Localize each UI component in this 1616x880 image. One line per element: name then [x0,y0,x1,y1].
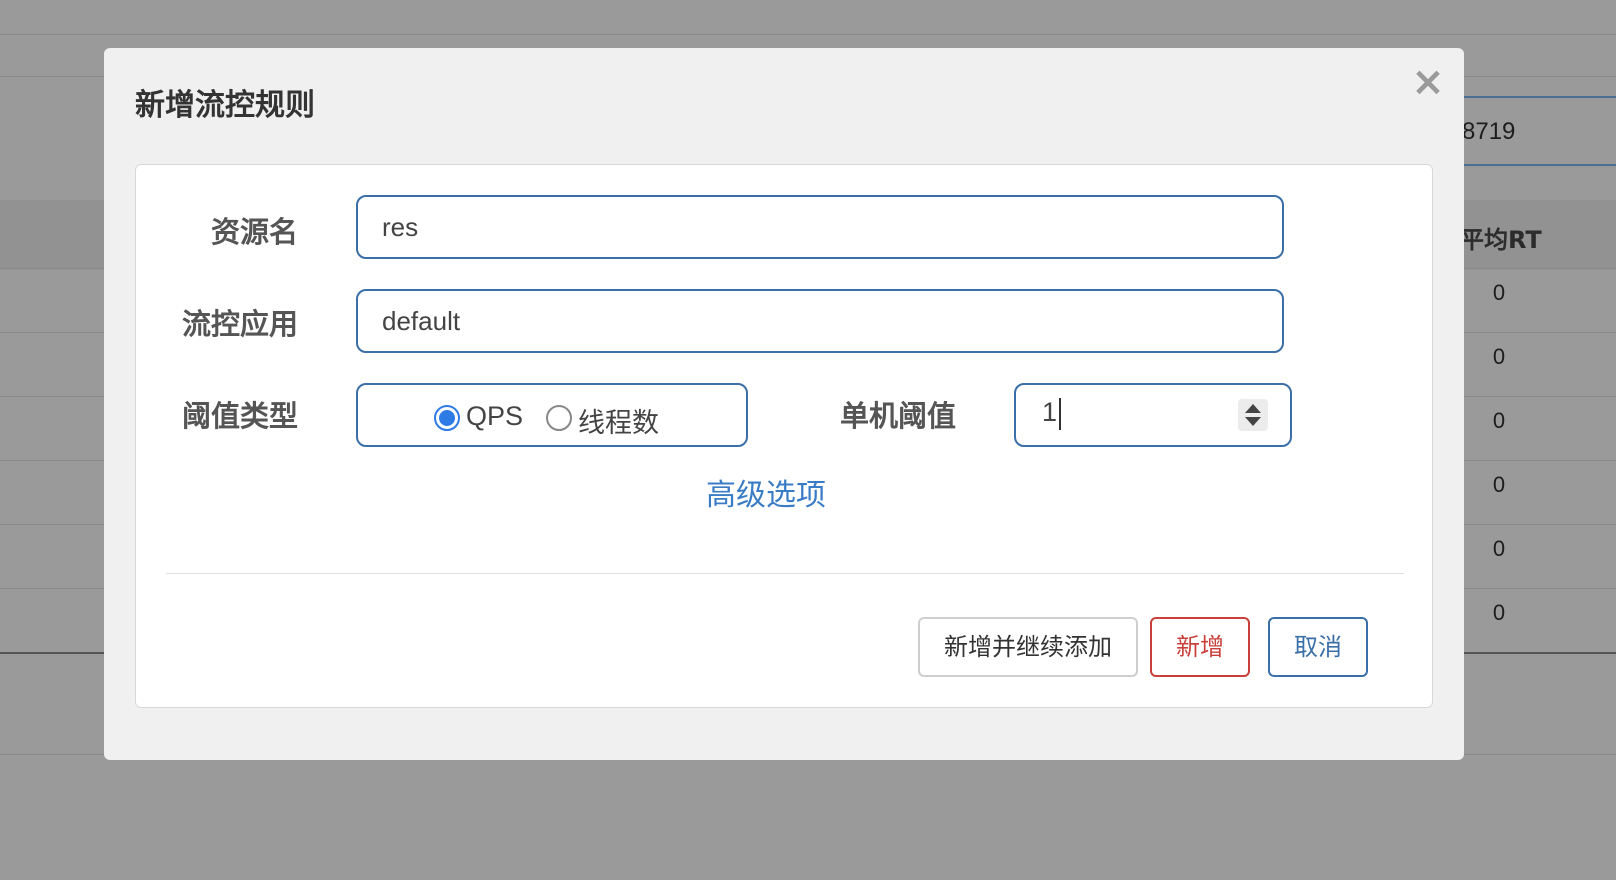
resource-name-input[interactable] [356,195,1284,259]
add-button[interactable]: 新增 [1150,617,1250,677]
bg-table-cell: 0 [1492,280,1506,305]
flow-rule-dialog: 新增流控规则 × 资源名 流控应用 阈值类型 QPS 线程数 单机阈值 1 高级… [104,48,1464,760]
footer-divider [166,573,1404,574]
threshold-type-label: 阈值类型 [181,399,298,433]
resource-name-label: 资源名 [210,215,298,249]
app-input[interactable] [356,289,1284,353]
threshold-type-radio-group: QPS 线程数 [356,383,748,447]
spinner-up-icon[interactable] [1245,404,1261,413]
text-caret [1059,397,1062,430]
threshold-value[interactable]: 1 [1042,397,1062,430]
threshold-label: 单机阈值 [839,399,956,433]
bg-table-cell: 0 [1492,472,1506,497]
close-icon[interactable]: × [1410,62,1446,102]
advanced-options-link[interactable]: 高级选项 [706,470,826,514]
threshold-input[interactable]: 1 [1014,383,1292,447]
dialog-title: 新增流控规则 [135,88,315,123]
bg-table-cell: 0 [1492,600,1506,625]
bg-port-text: 8719 [1462,118,1516,145]
bg-column-header-avg-rt: 平均RT [1460,226,1542,254]
radio-thread-count[interactable] [546,405,572,431]
bg-table-cell: 0 [1492,408,1506,433]
add-and-continue-button[interactable]: 新增并继续添加 [918,617,1138,677]
bg-table-cell: 0 [1492,344,1506,369]
bg-divider [0,34,1616,35]
dialog-body: 资源名 流控应用 阈值类型 QPS 线程数 单机阈值 1 高级选项 新增并继续添… [135,164,1433,708]
number-spinner[interactable] [1238,399,1268,431]
bg-table-cell: 0 [1492,536,1506,561]
cancel-button[interactable]: 取消 [1268,617,1368,677]
radio-qps-label[interactable]: QPS [466,401,523,432]
app-label: 流控应用 [181,307,298,341]
radio-qps[interactable] [434,405,460,431]
spinner-down-icon[interactable] [1245,417,1261,426]
radio-thread-count-label[interactable]: 线程数 [578,401,659,440]
